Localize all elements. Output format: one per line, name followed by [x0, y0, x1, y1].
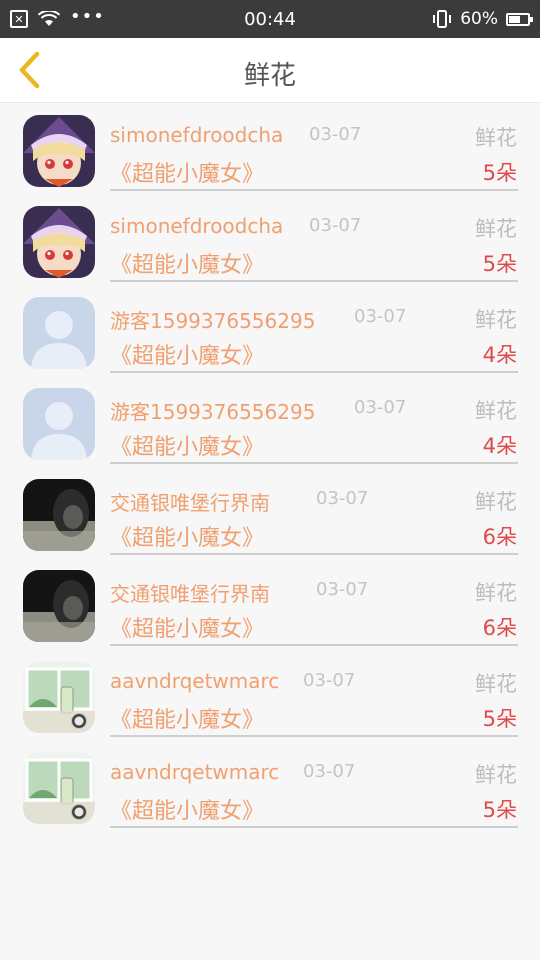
book-title: 《超能小魔女》: [110, 526, 265, 551]
list-item[interactable]: 交通银唯堡行界南 03-07 鲜花《超能小魔女》 6朵: [0, 566, 540, 657]
date: 03-07: [316, 579, 369, 600]
date: 03-07: [354, 306, 407, 327]
flower-list: simonefdroodcha 03-07 鲜花 《超能小魔女》 5朵 simonefdr…: [0, 103, 540, 839]
gift-type-label: 鲜花: [475, 308, 517, 332]
list-item[interactable]: 交通银唯堡行界南 03-07 鲜花《超能小魔女》 6朵: [0, 475, 540, 566]
flower-count: 4朵: [482, 434, 517, 458]
date: 03-07: [309, 124, 362, 145]
flower-count: 5朵: [482, 161, 517, 185]
list-item[interactable]: simonefdroodcha 03-07 鲜花《超能小魔女》 5朵: [0, 111, 540, 202]
user-name: simonefdroodcha: [110, 214, 284, 238]
user-name: aavndrqetwmarc: [110, 669, 280, 693]
gift-type-label: 鲜花: [475, 672, 517, 696]
flower-count: 5朵: [482, 252, 517, 276]
divider: [110, 280, 518, 282]
status-time: 00:44: [244, 9, 296, 30]
date: 03-07: [303, 761, 356, 782]
list-item[interactable]: 游客1599376556295 03-07 鲜花《超能小魔女》 4朵: [0, 384, 540, 475]
user-name: 游客1599376556295: [110, 400, 316, 424]
list-item[interactable]: 游客1599376556295 03-07 鲜花《超能小魔女》 4朵: [0, 293, 540, 384]
divider: [110, 189, 518, 191]
avatar[interactable]: [23, 206, 95, 278]
avatar[interactable]: [23, 479, 95, 551]
user-name: simonefdroodcha: [110, 123, 284, 147]
flower-count: 4朵: [482, 343, 517, 367]
book-title: 《超能小魔女》: [110, 344, 265, 369]
user-name: 交通银唯堡行界南: [110, 491, 270, 515]
book-title: 《超能小魔女》: [110, 617, 265, 642]
divider: [110, 371, 518, 373]
gift-type-label: 鲜花: [475, 763, 517, 787]
flower-count: 6朵: [482, 616, 517, 640]
list-item[interactable]: aavndrqetwmarc 03-07 鲜花《超能小魔女》 5朵: [0, 748, 540, 839]
gift-type-label: 鲜花: [475, 490, 517, 514]
user-name: aavndrqetwmarc: [110, 760, 280, 784]
book-title: 《超能小魔女》: [110, 708, 265, 733]
date: 03-07: [354, 397, 407, 418]
date: 03-07: [316, 488, 369, 509]
battery-level: [509, 15, 520, 23]
battery-icon: [506, 12, 533, 26]
navigation-bar: 鲜花: [0, 38, 540, 103]
gift-type-label: 鲜花: [475, 399, 517, 423]
avatar[interactable]: [23, 388, 95, 460]
gift-type-label: 鲜花: [475, 217, 517, 241]
avatar[interactable]: [23, 115, 95, 187]
book-title: 《超能小魔女》: [110, 799, 265, 824]
flower-count: 5朵: [482, 798, 517, 822]
avatar[interactable]: [23, 570, 95, 642]
status-bar: ✕ ••• 00:44 60%: [0, 0, 540, 38]
gift-type-label: 鲜花: [475, 581, 517, 605]
avatar[interactable]: [23, 297, 95, 369]
avatar[interactable]: [23, 661, 95, 733]
book-title: 《超能小魔女》: [110, 253, 265, 278]
book-title: 《超能小魔女》: [110, 435, 265, 460]
date: 03-07: [309, 215, 362, 236]
gift-type-label: 鲜花: [475, 126, 517, 150]
divider: [110, 826, 518, 828]
avatar[interactable]: [23, 752, 95, 824]
divider: [110, 644, 518, 646]
user-name: 交通银唯堡行界南: [110, 582, 270, 606]
divider: [110, 462, 518, 464]
flower-count: 5朵: [482, 707, 517, 731]
flower-count: 6朵: [482, 525, 517, 549]
divider: [110, 553, 518, 555]
book-title: 《超能小魔女》: [110, 162, 265, 187]
list-item[interactable]: simonefdroodcha 03-07 鲜花《超能小魔女》 5朵: [0, 202, 540, 293]
page-title: 鲜花: [243, 61, 296, 91]
divider: [110, 735, 518, 737]
date: 03-07: [303, 670, 356, 691]
list-item[interactable]: aavndrqetwmarc 03-07 鲜花《超能小魔女》 5朵: [0, 657, 540, 748]
user-name: 游客1599376556295: [110, 309, 316, 333]
